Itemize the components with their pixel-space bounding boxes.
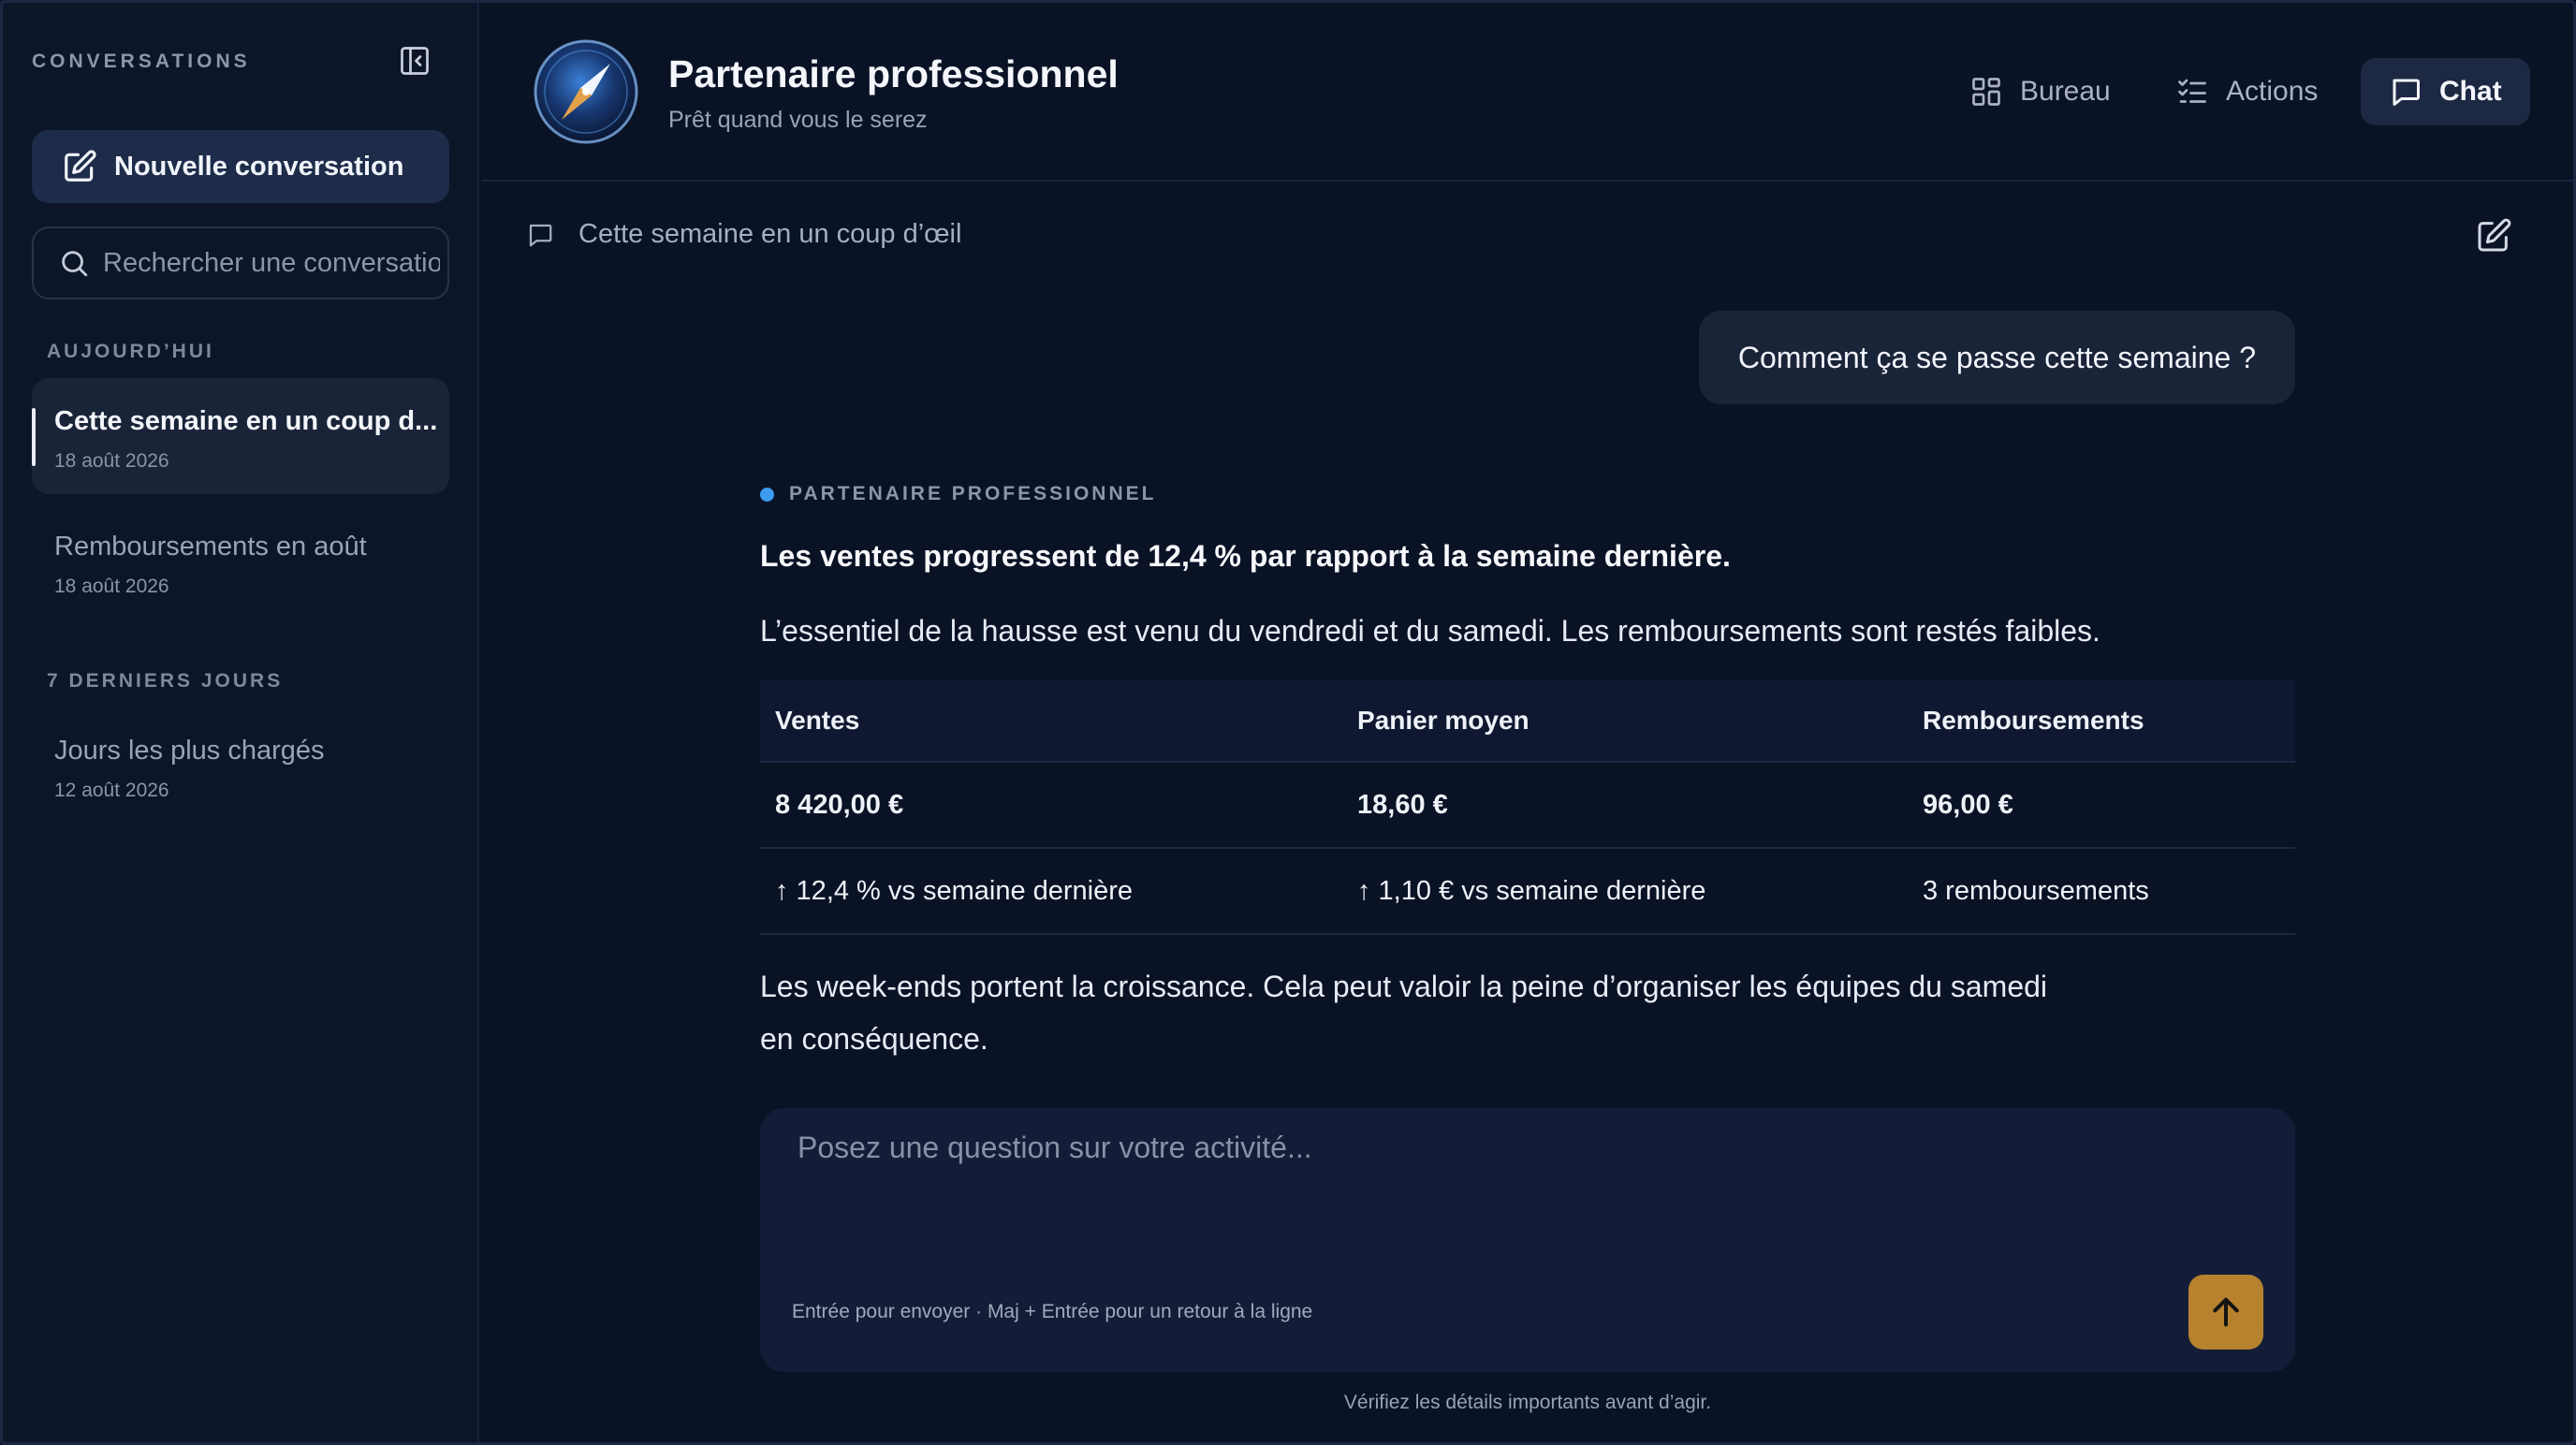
conversation-date: 12 août 2026 xyxy=(54,780,169,801)
user-message-text: Comment ça se passe cette semaine ? xyxy=(1737,340,2256,374)
conversation-breadcrumb: Cette semaine en un coup d’œil xyxy=(526,219,961,250)
conversation-date: 18 août 2026 xyxy=(54,576,169,597)
nav-bureau-label: Bureau xyxy=(2020,76,2111,107)
nav-actions[interactable]: Actions xyxy=(2147,58,2346,125)
assistant-name: PARTENAIRE PROFESSIONNEL xyxy=(789,483,1157,504)
compass-logo xyxy=(530,36,642,148)
message-input[interactable] xyxy=(798,1131,2239,1243)
compass-icon xyxy=(534,39,638,144)
table-cell: 18,60 € xyxy=(1342,761,1908,848)
assistant-status-dot xyxy=(760,487,774,502)
nav-bureau[interactable]: Bureau xyxy=(1941,58,2139,125)
top-header: Partenaire professionnel Prêt quand vous… xyxy=(481,0,2576,182)
send-button[interactable] xyxy=(2188,1275,2263,1350)
grid-icon xyxy=(1972,78,2000,106)
checklist-icon xyxy=(2178,79,2206,103)
table-cell: ↑ 12,4 % vs semaine dernière xyxy=(760,847,1342,935)
conversation-date: 18 août 2026 xyxy=(54,450,169,472)
conversation-title-heading: Cette semaine en un coup d’œil xyxy=(578,219,962,249)
chat-bubble-icon xyxy=(529,224,552,246)
search-box[interactable] xyxy=(32,226,449,299)
nav-actions-label: Actions xyxy=(2226,76,2319,107)
assistant-paragraph-line: en conséquence. xyxy=(760,1022,988,1056)
assistant-headline: Les ventes progressent de 12,4 % par rap… xyxy=(760,539,1731,573)
search-icon xyxy=(62,251,88,277)
assistant-label: PARTENAIRE PROFESSIONNEL xyxy=(760,483,1156,505)
conversation-item[interactable]: Remboursements en août 18 août 2026 xyxy=(32,504,449,620)
compose-icon xyxy=(65,150,96,182)
table-row: ↑ 12,4 % vs semaine dernière ↑ 1,10 € vs… xyxy=(760,847,2295,935)
sidebar-collapse-icon xyxy=(401,47,429,75)
new-conversation-button[interactable]: Nouvelle conversation xyxy=(32,130,449,203)
conversation-item[interactable]: Jours les plus chargés 12 août 2026 xyxy=(32,708,449,824)
assistant-paragraph-line: Les week-ends portent la croissance. Cel… xyxy=(760,970,2048,1003)
column-header: Panier moyen xyxy=(1342,679,1908,762)
section-label-today: AUJOURD’HUI xyxy=(47,341,214,362)
table-cell: ↑ 1,10 € vs semaine dernière xyxy=(1342,847,1908,935)
assistant-paragraph: L’essentiel de la hausse est venu du ven… xyxy=(760,614,2100,648)
disclaimer-note: Vérifiez les détails importants avant d’… xyxy=(1343,1392,1712,1413)
table-cell: 3 remboursements xyxy=(1908,847,2295,935)
arrow-up-icon xyxy=(2213,1297,2239,1327)
app-subtitle: Prêt quand vous le serez xyxy=(668,107,928,133)
message-composer: Entrée pour envoyer · Maj + Entrée pour … xyxy=(760,1108,2295,1372)
table-cell: 8 420,00 € xyxy=(760,761,1342,848)
sidebar: CONVERSATIONS Nouvelle conversation AUJO… xyxy=(0,0,479,1445)
table-cell: 96,00 € xyxy=(1908,761,2295,848)
user-message-bubble: Comment ça se passe cette semaine ? xyxy=(1698,311,2295,404)
conversation-title: Jours les plus chargés xyxy=(54,736,325,766)
table-row: 8 420,00 € 18,60 € 96,00 € xyxy=(760,761,2295,848)
edit-conversation-button[interactable] xyxy=(2475,217,2512,259)
nav-chat[interactable]: Chat xyxy=(2361,58,2530,125)
section-label-last-7-days: 7 DERNIERS JOURS xyxy=(47,670,284,692)
column-header: Ventes xyxy=(760,679,1342,762)
sidebar-title: CONVERSATIONS xyxy=(32,51,251,72)
conversation-title: Remboursements en août xyxy=(54,532,367,562)
column-header: Remboursements xyxy=(1908,679,2295,762)
conversation-item-active[interactable]: Cette semaine en un coup d... 18 août 20… xyxy=(32,378,449,494)
table-header-row: Ventes Panier moyen Remboursements xyxy=(760,679,2295,762)
composer-hint: Entrée pour envoyer · Maj + Entrée pour … xyxy=(792,1301,1313,1322)
app-title: Partenaire professionnel xyxy=(668,52,1119,95)
conversation-title: Cette semaine en un coup d... xyxy=(54,406,438,436)
new-conversation-label: Nouvelle conversation xyxy=(114,151,404,182)
collapse-sidebar-button[interactable] xyxy=(397,43,432,79)
metrics-table: Ventes Panier moyen Remboursements 8 420… xyxy=(760,679,2295,935)
search-input[interactable] xyxy=(103,247,440,279)
edit-icon xyxy=(2478,218,2511,252)
chat-bubble-icon xyxy=(2393,79,2420,106)
nav-chat-label: Chat xyxy=(2439,76,2502,107)
